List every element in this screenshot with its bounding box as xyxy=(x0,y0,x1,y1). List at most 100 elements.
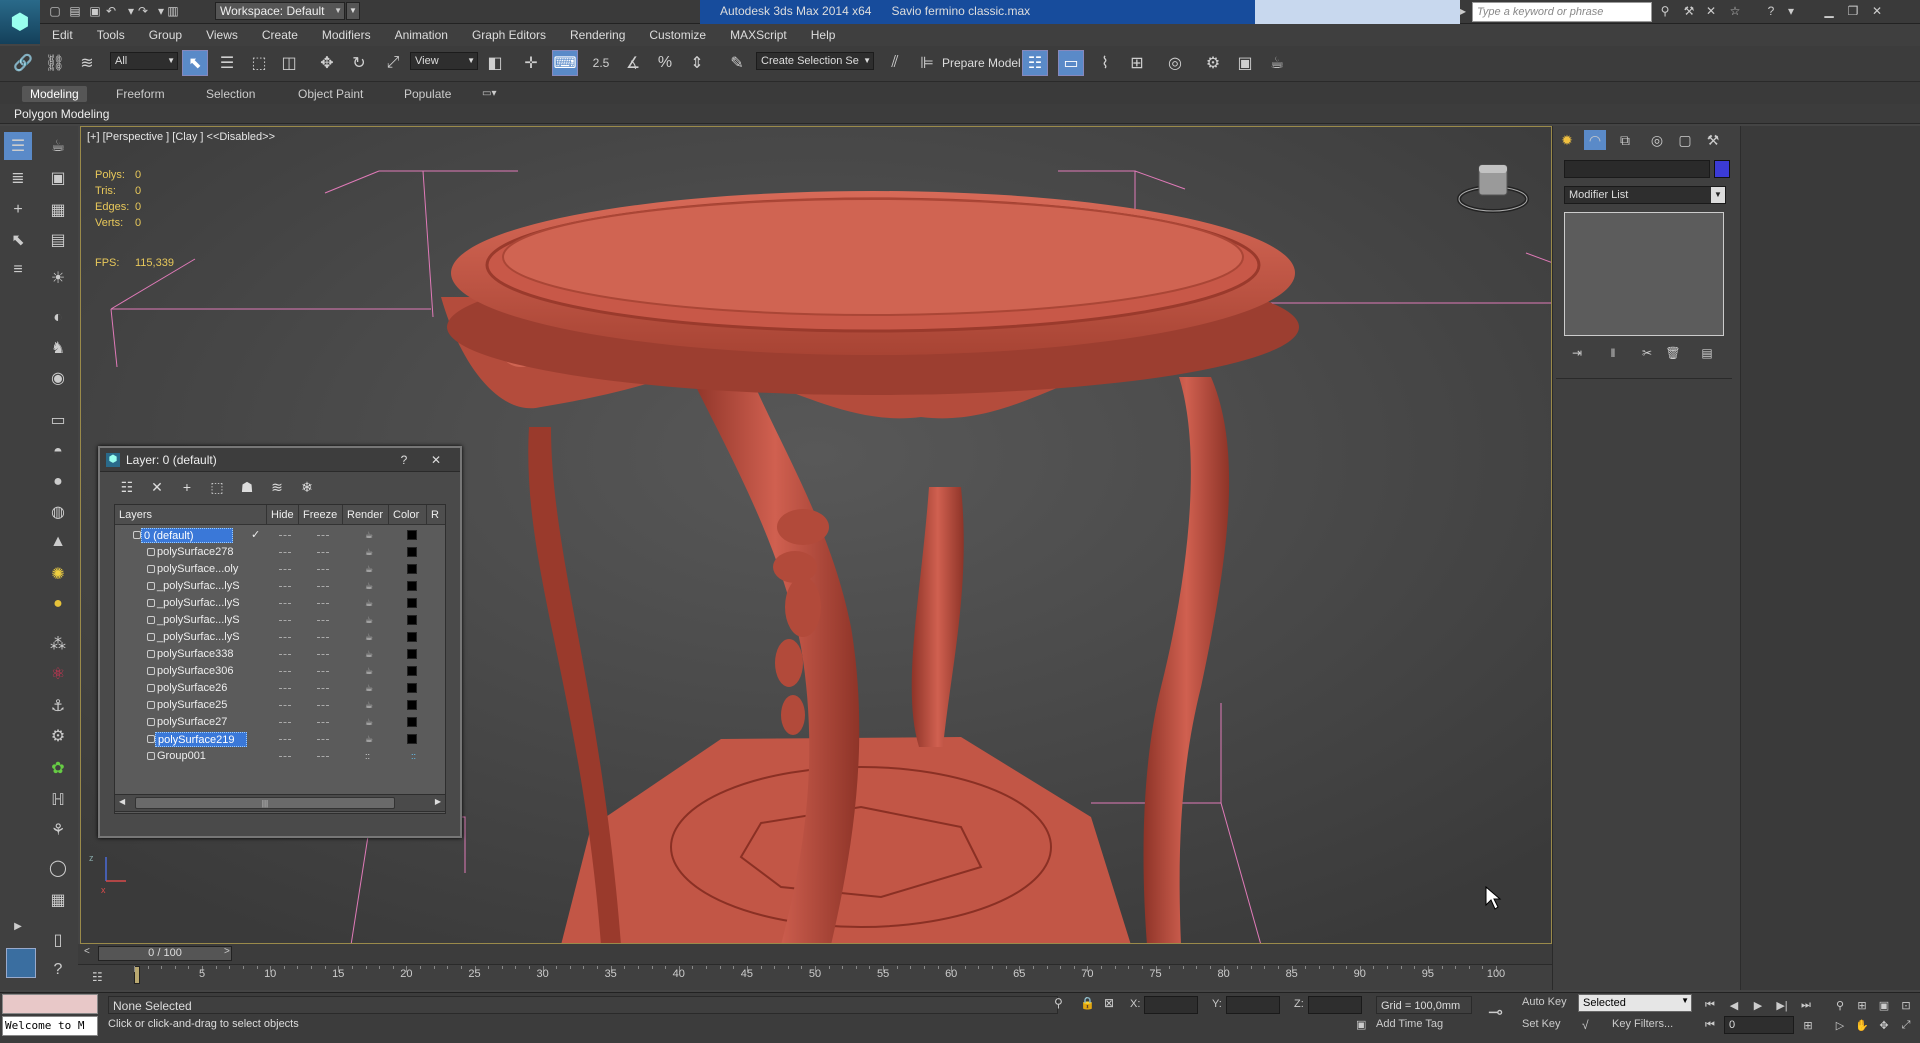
time-configuration-icon[interactable]: ⊞ xyxy=(1798,1016,1818,1034)
layer-row[interactable]: polySurface26 ☕ xyxy=(115,680,445,697)
hide-toggle[interactable] xyxy=(279,705,291,706)
hide-toggle[interactable] xyxy=(279,569,291,570)
configure-modifier-sets-icon[interactable]: ▤ xyxy=(1696,345,1718,361)
motion-tab-icon[interactable]: ◎ xyxy=(1646,130,1668,150)
close-button[interactable]: ✕ xyxy=(424,448,448,472)
freeze-toggle[interactable] xyxy=(317,535,329,536)
bind-space-warp-icon[interactable]: ≋ xyxy=(74,50,100,76)
modify-tab-icon[interactable]: ◠ xyxy=(1584,130,1606,150)
highlight-layer-icon[interactable]: ☗ xyxy=(236,476,258,498)
layer-color-swatch[interactable] xyxy=(407,581,417,591)
layer-row[interactable]: polySurface306 ☕ xyxy=(115,663,445,680)
biped-icon[interactable]: ♞ xyxy=(44,334,72,362)
polygon-modeling-label[interactable]: Polygon Modeling xyxy=(14,107,109,121)
layer-row-name[interactable]: _polySurfac...lyS xyxy=(155,579,247,594)
freeze-toggle[interactable] xyxy=(317,739,329,740)
time-slider-thumb[interactable]: 0 / 100 xyxy=(98,946,232,961)
absolute-mode-icon[interactable]: ⊠ xyxy=(1104,996,1114,1010)
layer-row[interactable]: Group001:::: xyxy=(115,748,445,765)
cone-icon[interactable]: ▲ xyxy=(44,528,72,556)
hair-icon[interactable]: ℍ xyxy=(44,786,72,814)
column-freeze[interactable]: Freeze xyxy=(299,505,343,525)
ribbon-options-icon[interactable]: ▭▾ xyxy=(474,86,504,102)
time-slider-next-icon[interactable]: > xyxy=(224,946,230,957)
maximize-viewport-icon[interactable]: ⤢ xyxy=(1896,1016,1916,1034)
help-button[interactable]: ? xyxy=(392,448,416,472)
communication-icon[interactable]: ✕ xyxy=(1702,2,1720,20)
menu-animation[interactable]: Animation xyxy=(383,24,460,46)
render-teapot-icon[interactable]: ☕ xyxy=(365,666,373,677)
hide-toggle[interactable] xyxy=(279,654,291,655)
menu-edit[interactable]: Edit xyxy=(40,24,85,46)
render-production-icon[interactable]: ☕ xyxy=(1264,50,1290,76)
gear-icon[interactable]: ⚙ xyxy=(44,722,72,750)
layer-dialog-titlebar[interactable]: ⬢ Layer: 0 (default) ? ✕ xyxy=(100,448,460,472)
viewport-icon[interactable]: ▣ xyxy=(44,164,72,192)
layer-row-name[interactable]: _polySurfac...lyS xyxy=(155,596,247,611)
layer-row[interactable]: polySurface27 ☕ xyxy=(115,714,445,731)
render-teapot-icon[interactable]: ☕ xyxy=(365,717,373,728)
render-teapot-icon[interactable]: ☕ xyxy=(365,734,373,745)
box-icon[interactable]: ▭ xyxy=(44,406,72,434)
render-setup-icon[interactable]: ⚙ xyxy=(1200,50,1226,76)
layer-row-name[interactable]: 0 (default) xyxy=(141,528,233,543)
layer-row[interactable]: 0 (default) ✓ ☕ xyxy=(115,527,445,544)
utilities-tab-icon[interactable]: ⚒ xyxy=(1702,130,1724,150)
rendered-frame-window-icon[interactable]: ▣ xyxy=(1232,50,1258,76)
set-key-icon[interactable]: ⊸ xyxy=(1488,1002,1503,1023)
camera-icon[interactable]: ◐ xyxy=(44,304,72,332)
freeze-toggle[interactable] xyxy=(317,603,329,604)
hide-toggle[interactable] xyxy=(279,586,291,587)
render-teapot-icon[interactable]: ☕ xyxy=(365,530,373,541)
gold-sphere-icon[interactable]: ● xyxy=(44,590,72,618)
link-icon[interactable]: 🔗 xyxy=(10,50,36,76)
create-layer-icon[interactable]: ☷ xyxy=(116,476,138,498)
subscription-icon[interactable]: ⚒ xyxy=(1680,2,1698,20)
undo-icon[interactable]: ↶ xyxy=(102,2,120,20)
render-teapot-icon[interactable]: ☕ xyxy=(365,547,373,558)
workspace-dropdown[interactable]: Workspace: Default ▼ xyxy=(215,2,345,20)
binoculars-icon[interactable]: ⚲ xyxy=(1656,2,1674,20)
minimize-button[interactable]: ▁ xyxy=(1818,2,1840,20)
layer-row[interactable]: polySurface219 ☕ xyxy=(115,731,445,748)
hierarchy-tab-icon[interactable]: ⧉ xyxy=(1614,130,1636,150)
help-icon[interactable]: ? xyxy=(1762,2,1780,20)
orbit-icon[interactable]: ✥ xyxy=(1874,1016,1894,1034)
select-object-icon[interactable]: ⬉ xyxy=(182,50,208,76)
project-folder-icon[interactable]: ▥ xyxy=(164,2,182,20)
trash-icon[interactable]: ▯ xyxy=(44,926,72,954)
z-coordinate-field[interactable] xyxy=(1308,996,1362,1014)
help-dropdown-icon[interactable]: ▾ xyxy=(1782,2,1800,20)
hide-toggle[interactable] xyxy=(279,671,291,672)
freeze-all-layers-icon[interactable]: ❄ xyxy=(296,476,318,498)
auto-key-button[interactable]: Auto Key xyxy=(1522,996,1567,1008)
layer-row-name[interactable]: polySurface27 xyxy=(155,715,247,730)
table-icon[interactable]: ▤ xyxy=(44,226,72,254)
mirror-icon[interactable]: ⫽ xyxy=(882,50,908,76)
maxscript-listener-top[interactable] xyxy=(2,994,98,1014)
move-icon[interactable]: ✥ xyxy=(314,50,340,76)
torus-icon[interactable]: ◍ xyxy=(44,498,72,526)
molecule-icon[interactable]: ⚛ xyxy=(44,660,72,688)
app-logo-icon[interactable]: ⬢ xyxy=(0,0,40,44)
time-slider-prev-icon[interactable]: < xyxy=(84,946,90,957)
rectangular-selection-icon[interactable]: ⬚ xyxy=(246,50,272,76)
material-editor-icon[interactable]: ◎ xyxy=(1162,50,1188,76)
freeze-toggle[interactable] xyxy=(317,586,329,587)
freeze-toggle[interactable] xyxy=(317,705,329,706)
layer-color-swatch[interactable] xyxy=(407,564,417,574)
layer-color-swatch[interactable] xyxy=(407,547,417,557)
next-frame-icon[interactable]: ▶| xyxy=(1772,996,1792,1014)
layer-row-name[interactable]: polySurface...oly xyxy=(155,562,247,577)
rotate-icon[interactable]: ↻ xyxy=(346,50,372,76)
pin-stack-icon[interactable]: ⇥ xyxy=(1566,345,1588,361)
cloth-icon[interactable]: ⚘ xyxy=(44,816,72,844)
tab-freeform[interactable]: Freeform xyxy=(108,86,173,102)
hemisphere-icon[interactable]: ◓ xyxy=(44,438,72,466)
render-teapot-icon[interactable]: ☕ xyxy=(365,564,373,575)
layer-explorer-icon[interactable]: ≣ xyxy=(4,164,32,192)
menu-help[interactable]: Help xyxy=(799,24,848,46)
layer-row[interactable]: polySurface...oly ☕ xyxy=(115,561,445,578)
hide-toggle[interactable] xyxy=(279,552,291,553)
tab-object-paint[interactable]: Object Paint xyxy=(290,86,371,102)
